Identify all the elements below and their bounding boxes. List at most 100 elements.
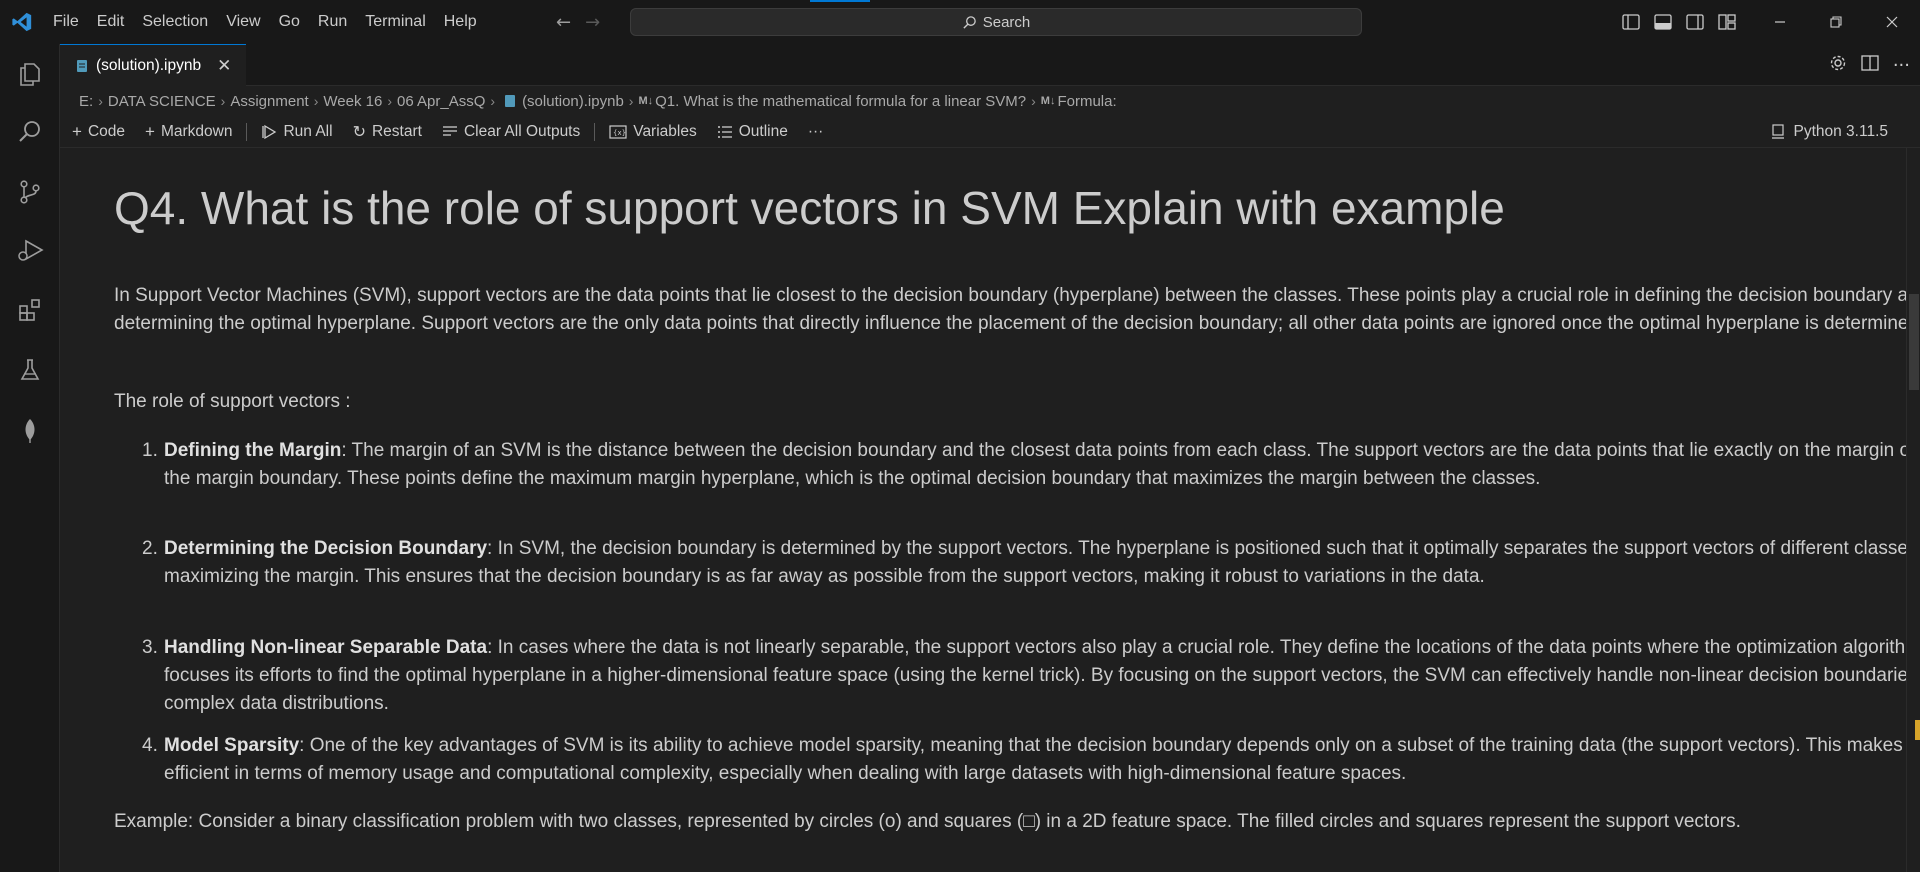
close-window-icon[interactable] (1864, 0, 1920, 44)
chevron-right-icon: › (387, 93, 392, 109)
chevron-right-icon: › (628, 93, 634, 109)
menu-help[interactable]: Help (435, 0, 486, 44)
menu-selection[interactable]: Selection (133, 0, 217, 44)
breadcrumb-item[interactable]: Assignment (230, 93, 308, 110)
chevron-right-icon: › (313, 93, 319, 109)
list-item-title: Determining the Decision Boundary (164, 538, 488, 559)
breadcrumb-item[interactable]: DATA SCIENCE (108, 93, 216, 110)
list-number: 1. (142, 440, 158, 461)
forward-arrow-icon[interactable]: → (585, 12, 600, 33)
command-center-search[interactable]: Search (630, 8, 1362, 36)
clear-all-outputs-label: Clear All Outputs (463, 122, 581, 140)
more-actions-icon[interactable]: ··· (1893, 55, 1910, 76)
markdown-badge-icon: M↓ (638, 95, 654, 107)
list-number: 4. (142, 735, 158, 756)
tab-solution-ipynb[interactable]: (solution).ipynb ✕ (60, 44, 246, 86)
run-and-debug-icon[interactable] (0, 226, 60, 274)
list-number: 3. (142, 637, 158, 658)
variables-label: Variables (633, 122, 697, 140)
menu-terminal[interactable]: Terminal (356, 0, 434, 44)
kernel-icon (1772, 124, 1785, 139)
breadcrumb-item[interactable]: (solution).ipynb (522, 93, 624, 110)
restart-button[interactable]: ↻ Restart (353, 122, 422, 142)
breadcrumb-item[interactable]: E: (79, 93, 93, 110)
run-all-label: Run All (283, 122, 333, 140)
extensions-icon[interactable] (0, 286, 60, 334)
markdown-badge-icon: M↓ (1040, 95, 1056, 107)
role-label: The role of support vectors : (114, 391, 351, 412)
notebook-file-icon (77, 59, 87, 72)
search-icon (963, 15, 976, 29)
list-item-text: : The margin of an SVM is the distance b… (164, 440, 1906, 489)
explorer-icon[interactable] (0, 50, 60, 98)
list-item-title: Handling Non-linear Separable Data (164, 637, 488, 658)
scrollbar-marker (1915, 720, 1920, 740)
variables-button[interactable]: {x} Variables (609, 122, 697, 141)
add-markdown-label: Markdown (160, 122, 233, 140)
add-code-label: Code (87, 122, 125, 140)
back-arrow-icon[interactable]: ← (556, 12, 571, 33)
settings-gear-icon[interactable] (1829, 54, 1847, 76)
menu-file[interactable]: File (44, 0, 88, 44)
close-tab-icon[interactable]: ✕ (217, 56, 231, 76)
notebook-file-icon (505, 95, 516, 107)
chevron-right-icon: › (220, 93, 226, 109)
customize-layout-icon[interactable] (1716, 11, 1738, 33)
search-label: Search (982, 13, 1031, 31)
testing-flask-icon[interactable] (0, 346, 60, 394)
variables-icon: {x} (609, 124, 627, 139)
plus-icon: + (72, 121, 82, 141)
toolbar-divider (246, 122, 248, 141)
breadcrumb-item[interactable]: 06 Apr_AssQ (397, 93, 485, 110)
notebook-toolbar: + Code + Markdown Run All ↻ Restart Clear … (60, 116, 1920, 148)
scrollbar-thumb[interactable] (1909, 294, 1919, 390)
notebook-editor[interactable]: Q4. What is the role of support vectors … (60, 148, 1906, 872)
run-all-button[interactable]: Run All (261, 122, 333, 141)
menu-bar: File Edit Selection View Go Run Terminal… (44, 0, 486, 44)
menu-go[interactable]: Go (270, 0, 309, 44)
example-paragraph: Example: Consider a binary classificatio… (114, 811, 1741, 832)
tab-label: (solution).ipynb (96, 56, 202, 74)
cell-heading: Q4. What is the role of support vectors … (114, 182, 1505, 234)
menu-view[interactable]: View (217, 0, 269, 44)
activity-bar (0, 44, 60, 872)
clear-all-outputs-button[interactable]: Clear All Outputs (442, 123, 580, 141)
chevron-right-icon: › (98, 93, 103, 109)
outline-label: Outline (738, 122, 788, 140)
list-number: 2. (142, 538, 158, 559)
breadcrumb-item[interactable]: Week 16 (323, 93, 382, 110)
toolbar-more-button[interactable]: ··· (808, 123, 824, 141)
add-code-cell-button[interactable]: + Code (72, 122, 125, 142)
restore-icon[interactable] (1808, 0, 1864, 44)
toggle-primary-sidebar-icon[interactable] (1620, 11, 1642, 33)
active-indicator (810, 0, 870, 2)
plus-icon: + (145, 121, 155, 141)
breadcrumb-item[interactable]: Q1. What is the mathematical formula for… (655, 93, 1026, 110)
outline-button[interactable]: Outline (717, 123, 788, 141)
search-sidebar-icon[interactable] (0, 108, 60, 156)
menu-run[interactable]: Run (309, 0, 356, 44)
svg-text:{x}: {x} (613, 129, 626, 137)
editor-tab-bar: (solution).ipynb ✕ ··· (60, 44, 1920, 86)
list-item-title: Defining the Margin (164, 440, 342, 461)
run-all-icon (262, 124, 277, 139)
more-icon: ··· (807, 122, 824, 140)
minimize-icon[interactable] (1752, 0, 1808, 44)
toggle-panel-icon[interactable] (1652, 11, 1674, 33)
split-editor-icon[interactable] (1861, 55, 1879, 75)
kernel-picker[interactable]: Python 3.11.5 (1771, 116, 1888, 148)
breadcrumb-item[interactable]: Formula: (1057, 93, 1116, 110)
add-markdown-cell-button[interactable]: + Markdown (145, 122, 232, 142)
menu-edit[interactable]: Edit (88, 0, 134, 44)
vscode-logo-icon (0, 0, 44, 44)
list-item-title: Model Sparsity (164, 735, 300, 756)
chevron-right-icon: › (1031, 93, 1036, 109)
restart-label: Restart (371, 122, 422, 140)
clear-all-icon (442, 125, 457, 136)
toggle-secondary-sidebar-icon[interactable] (1684, 11, 1706, 33)
mongodb-leaf-icon[interactable] (0, 406, 60, 454)
list-item-text: : One of the key advantages of SVM is it… (164, 735, 1906, 784)
title-bar: File Edit Selection View Go Run Terminal… (0, 0, 1920, 44)
source-control-icon[interactable] (0, 168, 60, 216)
vertical-scrollbar[interactable] (1906, 148, 1920, 872)
